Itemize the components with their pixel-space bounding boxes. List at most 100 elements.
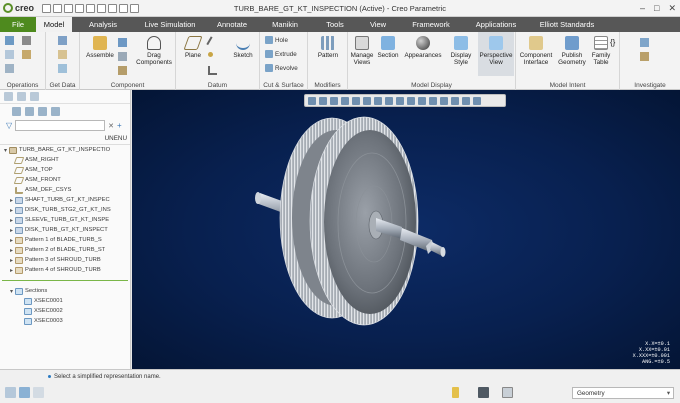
- collapse-icon[interactable]: ▾: [8, 288, 15, 295]
- tree-item[interactable]: ▸ SHAFT_TURB_GT_KT_INSPEC: [0, 195, 130, 205]
- tree-filter-icon[interactable]: [25, 106, 34, 116]
- selection-filter-dropdown[interactable]: Geometry ▾: [572, 387, 674, 399]
- turbine-rotor-model[interactable]: [132, 90, 680, 369]
- mirror-component-icon[interactable]: [118, 66, 127, 75]
- tree-item[interactable]: ▸ Pattern 1 of BLADE_TURB_S: [0, 235, 130, 245]
- tab-applications[interactable]: Applications: [464, 17, 528, 32]
- find-binoculars-icon[interactable]: [478, 387, 489, 398]
- tree-item[interactable]: ▸ DISK_TURB_STG2_GT_KT_INS: [0, 205, 130, 215]
- folder-browser-tab-icon[interactable]: [17, 92, 26, 101]
- close-button[interactable]: ✕: [668, 3, 676, 14]
- manage-views-button[interactable]: Manage Views: [349, 36, 375, 66]
- copy-geometry-icon[interactable]: [58, 36, 67, 45]
- full-screen-icon[interactable]: [33, 387, 44, 398]
- tab-view[interactable]: View: [358, 17, 398, 32]
- tree-root-node[interactable]: ▾ TURB_BARE_GT_KT_INSPECTIO: [0, 145, 130, 155]
- expand-icon[interactable]: ▸: [8, 267, 15, 274]
- flag-icon[interactable]: [452, 387, 459, 398]
- tab-annotate[interactable]: Annotate: [206, 17, 258, 32]
- tree-column-header[interactable]: UNENU: [0, 133, 130, 145]
- tree-item[interactable]: ▸ Pattern 4 of SHROUD_TURB: [0, 265, 130, 275]
- new-file-icon[interactable]: [42, 3, 52, 13]
- show-navigator-icon[interactable]: [5, 387, 16, 398]
- relations-icon[interactable]: {}: [610, 38, 619, 47]
- regenerate-icon[interactable]: [5, 36, 14, 45]
- expand-icon[interactable]: ▸: [8, 197, 15, 204]
- hole-button[interactable]: Hole: [265, 36, 288, 44]
- open-file-icon[interactable]: [53, 3, 63, 13]
- undo-icon[interactable]: [75, 3, 85, 13]
- regenerate-icon[interactable]: [97, 3, 107, 13]
- windows-icon[interactable]: [108, 3, 118, 13]
- collapse-icon[interactable]: ▾: [2, 147, 9, 154]
- tab-model[interactable]: Model: [36, 17, 72, 32]
- graphics-viewport[interactable]: X.X=±0.1 X.XX=±0.01 X.XXX=±0.001 ANG.=±0…: [132, 90, 680, 369]
- section-button[interactable]: Section: [375, 36, 401, 59]
- appearances-button[interactable]: Appearances: [403, 36, 443, 59]
- expand-icon[interactable]: ▸: [8, 257, 15, 264]
- point-icon[interactable]: [208, 52, 213, 57]
- tab-tools[interactable]: Tools: [312, 17, 358, 32]
- tree-columns-icon[interactable]: [38, 106, 47, 116]
- perspective-view-button[interactable]: Perspective View: [478, 32, 514, 76]
- maximize-button[interactable]: □: [654, 3, 659, 14]
- minimize-button[interactable]: –: [640, 3, 645, 14]
- tree-splitter[interactable]: [2, 280, 128, 281]
- tab-file[interactable]: File: [0, 17, 36, 32]
- tab-manikin[interactable]: Manikin: [258, 17, 312, 32]
- section-item[interactable]: XSEC0002: [0, 306, 130, 316]
- component-interface-button[interactable]: Component Interface: [517, 36, 555, 66]
- tree-item[interactable]: ▸ Pattern 2 of BLADE_TURB_ST: [0, 245, 130, 255]
- sketch-button[interactable]: Sketch: [230, 36, 256, 59]
- tab-framework[interactable]: Framework: [398, 17, 464, 32]
- create-component-icon[interactable]: [118, 38, 127, 47]
- tree-show-icon[interactable]: [12, 106, 21, 116]
- expand-icon[interactable]: ▸: [8, 237, 15, 244]
- cancel-icon[interactable]: [22, 36, 31, 45]
- customize-qat-icon[interactable]: [130, 3, 140, 13]
- repeat-icon[interactable]: [118, 52, 127, 61]
- publish-geometry-button[interactable]: Publish Geometry: [556, 36, 588, 66]
- expand-icon[interactable]: ▸: [8, 207, 15, 214]
- tree-item[interactable]: ASM_FRONT: [0, 175, 130, 185]
- merge-icon[interactable]: [58, 64, 67, 73]
- sections-node[interactable]: ▾ Sections: [0, 286, 130, 296]
- user-defined-feature-icon[interactable]: [5, 64, 14, 73]
- revolve-button[interactable]: Revolve: [265, 64, 298, 72]
- csys-icon[interactable]: [208, 66, 217, 75]
- tree-item[interactable]: ▸ SLEEVE_TURB_GT_KT_INSPE: [0, 215, 130, 225]
- global-interference-icon[interactable]: [640, 38, 649, 47]
- reference-viewer-icon[interactable]: [640, 52, 649, 61]
- tab-analysis[interactable]: Analysis: [72, 17, 134, 32]
- tree-search-input[interactable]: [15, 120, 106, 131]
- tree-item[interactable]: ASM_DEF_CSYS: [0, 185, 130, 195]
- expand-icon[interactable]: ▸: [8, 227, 15, 234]
- expand-icon[interactable]: ▸: [8, 217, 15, 224]
- close-window-icon[interactable]: [119, 3, 129, 13]
- section-item[interactable]: XSEC0003: [0, 316, 130, 326]
- add-column-icon[interactable]: +: [117, 121, 122, 130]
- extrude-button[interactable]: Extrude: [265, 50, 297, 58]
- copy-icon[interactable]: [5, 50, 14, 59]
- model-tree-tab-icon[interactable]: [4, 92, 13, 101]
- expand-icon[interactable]: ▸: [8, 247, 15, 254]
- show-browser-icon[interactable]: [19, 387, 30, 398]
- redo-icon[interactable]: [86, 3, 96, 13]
- axis-icon[interactable]: [206, 36, 219, 49]
- tree-settings-icon[interactable]: [51, 106, 60, 116]
- selection-buffer-icon[interactable]: [502, 387, 513, 398]
- plane-button[interactable]: Plane: [180, 36, 206, 59]
- display-style-button[interactable]: Display Style: [445, 36, 477, 66]
- tree-item[interactable]: ASM_TOP: [0, 165, 130, 175]
- tree-item[interactable]: ASM_RIGHT: [0, 155, 130, 165]
- shrinkwrap-icon[interactable]: [58, 50, 67, 59]
- tree-item[interactable]: ▸ DISK_TURB_GT_KT_INSPECT: [0, 225, 130, 235]
- tab-elliott-standards[interactable]: Elliott Standards: [528, 17, 606, 32]
- tree-item[interactable]: ▸ Pattern 3 of SHROUD_TURB: [0, 255, 130, 265]
- section-item[interactable]: XSEC0001: [0, 296, 130, 306]
- search-clear-icon[interactable]: ✕: [108, 122, 114, 130]
- tab-live-simulation[interactable]: Live Simulation: [134, 17, 206, 32]
- paste-icon[interactable]: [22, 50, 31, 59]
- save-icon[interactable]: [64, 3, 74, 13]
- favorites-tab-icon[interactable]: [30, 92, 39, 101]
